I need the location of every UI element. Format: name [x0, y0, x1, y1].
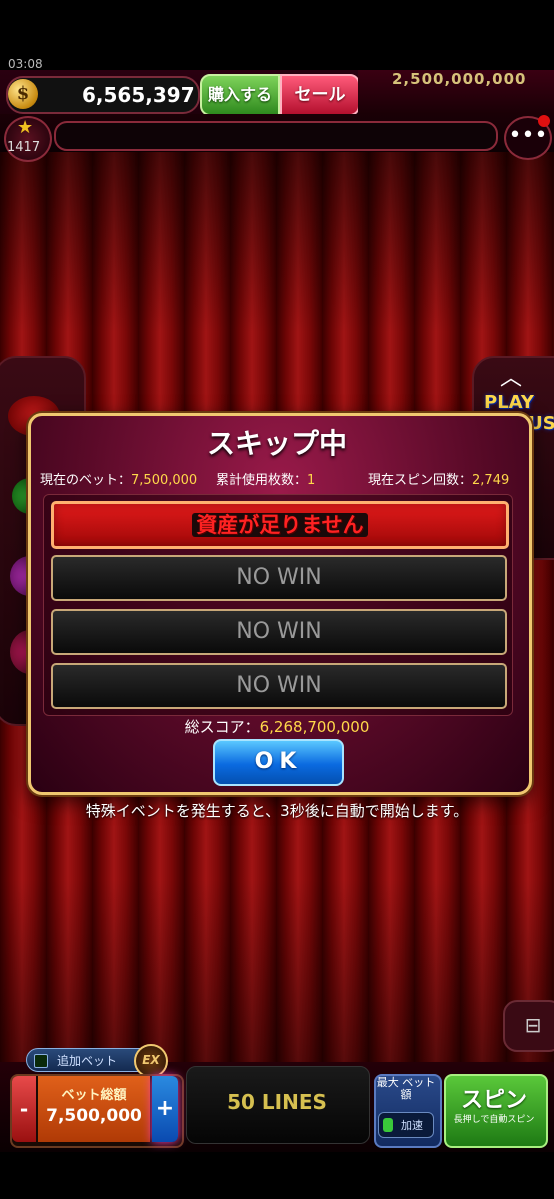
bet-total-value: 7,500,000 — [46, 1106, 142, 1126]
result-row-text: 資産が足りません — [192, 513, 368, 537]
result-row: NO WIN — [51, 663, 507, 709]
ok-button[interactable]: OK — [213, 739, 344, 786]
coin-icon: $ — [8, 79, 38, 109]
star-icon: ★ — [17, 117, 34, 138]
bet-increase-button[interactable]: + — [152, 1076, 178, 1142]
buy-button[interactable]: 購入する — [200, 74, 280, 116]
result-row-error: 資産が足りません — [51, 501, 509, 549]
current-bet-label: 現在のベット： — [40, 473, 132, 488]
speed-indicator — [383, 1118, 393, 1132]
status-time: 03:08 — [8, 57, 43, 71]
chevron-up-icon[interactable]: ︿ — [500, 360, 522, 392]
current-bet-stat: 現在のベット：7,500,000 — [40, 469, 197, 488]
sale-button[interactable]: セール — [280, 74, 360, 116]
level-value: 1417 — [7, 140, 41, 155]
used-count-label: 累計使用枚数： — [216, 473, 308, 488]
total-score-value: 6,268,700,000 — [259, 718, 370, 736]
spin-sub-label: 長押しで自動スピン — [453, 1115, 535, 1125]
bet-total-label: ベット総額 — [61, 1088, 127, 1103]
spin-count-value: 2,749 — [472, 473, 510, 488]
max-bet-label: 最大 ベット額 — [376, 1076, 436, 1101]
auto-start-notice: 特殊イベントを発生すると、3秒後に自動で開始します。 — [85, 802, 469, 820]
ex-badge: EX — [134, 1044, 168, 1078]
spin-count-label: 現在スピン回数： — [368, 473, 473, 488]
coin-balance-value: 6,565,397 — [82, 83, 195, 107]
dialog-title: スキップ中 — [206, 427, 347, 460]
spin-label: スピン — [460, 1088, 527, 1113]
level-progress-bar — [54, 121, 498, 151]
bet-decrease-button[interactable]: - — [12, 1076, 36, 1142]
result-row: NO WIN — [51, 609, 507, 655]
used-count-stat: 累計使用枚数：1 — [216, 469, 315, 488]
notification-dot — [538, 115, 550, 127]
jackpot-value: 2,500,000,000 — [392, 70, 527, 88]
result-row: NO WIN — [51, 555, 507, 601]
total-score: 総スコア：6,268,700,000 — [28, 716, 526, 737]
used-count-value: 1 — [307, 473, 316, 488]
briefcase-icon[interactable]: ⊟ — [503, 1000, 554, 1052]
lines-label: 50 LINES — [227, 1090, 327, 1114]
total-score-label: 総スコア： — [184, 718, 260, 736]
spin-count-stat: 現在スピン回数：2,749 — [368, 469, 509, 488]
extra-bet-checkbox[interactable] — [34, 1054, 48, 1068]
current-bet-value: 7,500,000 — [131, 473, 198, 488]
